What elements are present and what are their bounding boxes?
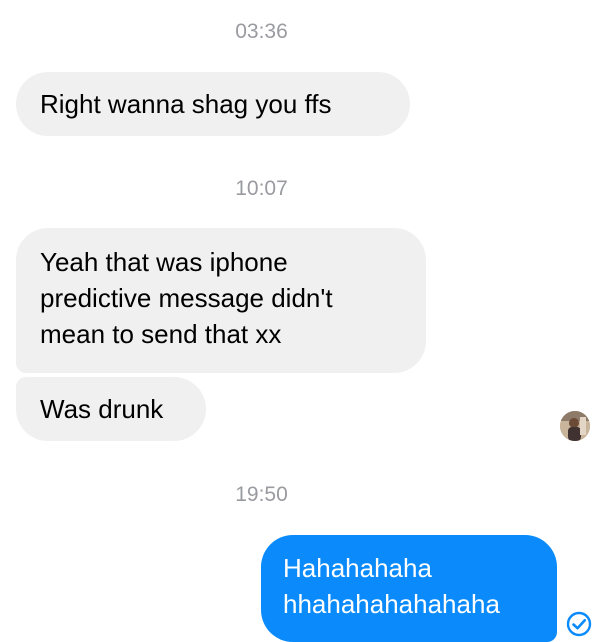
incoming-message[interactable]: Right wanna shag you ffs [16,72,410,136]
message-line: mean to send that xx [40,319,282,349]
incoming-message[interactable]: Yeah that was iphone predictive message … [16,228,426,373]
check-circle-icon [566,611,592,637]
timestamp: 03:36 [235,20,288,43]
message-line: Yeah that was iphone [40,247,288,277]
avatar-image [560,411,590,441]
message-line: Right wanna shag you ffs [40,89,332,119]
outgoing-message[interactable]: Hahahahaha hhahahahahahaha [261,535,557,642]
message-line: Was drunk [40,394,164,424]
timestamp: 19:50 [235,483,288,506]
contact-avatar[interactable] [560,411,590,441]
message-line: predictive message didn't [40,283,333,313]
incoming-message[interactable]: Was drunk [16,377,206,441]
message-line: hhahahahahahaha [283,589,500,619]
timestamp: 10:07 [235,177,288,200]
message-line: Hahahahaha [283,553,432,583]
chat-screen: { "thread": [ { "type": "timestamp", "te… [0,0,600,642]
